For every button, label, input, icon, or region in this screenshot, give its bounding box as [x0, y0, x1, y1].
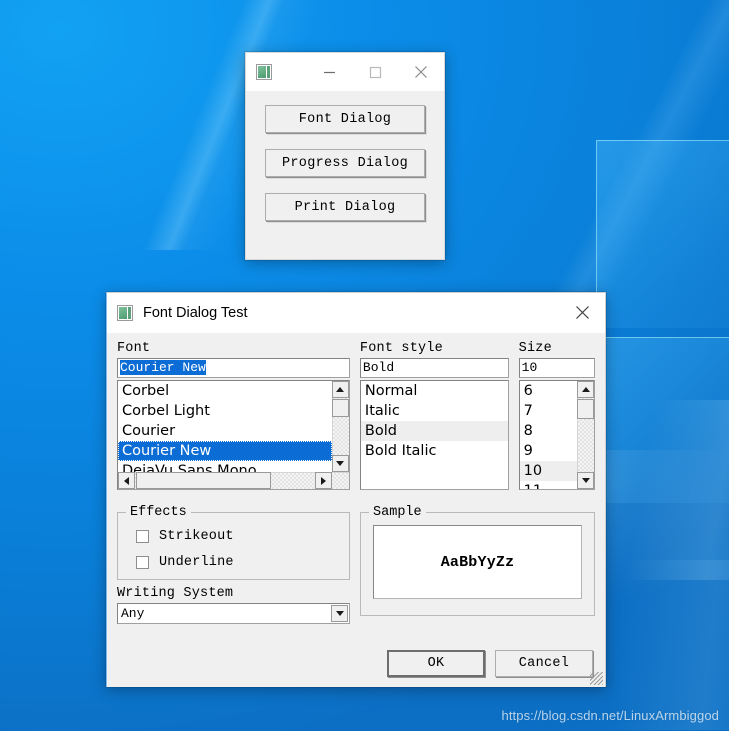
- list-item[interactable]: Italic: [361, 401, 508, 421]
- sample-preview: AaBbYyZz: [373, 525, 582, 599]
- font-dialog-title: Font Dialog Test: [143, 304, 248, 321]
- list-item[interactable]: 7: [520, 401, 577, 421]
- effects-writing-column: Effects Strikeout Underline Writing Syst…: [117, 505, 351, 624]
- strikeout-label: Strikeout: [159, 528, 234, 544]
- effects-groupbox: Effects Strikeout Underline: [117, 505, 351, 580]
- print-dialog-button[interactable]: Print Dialog: [265, 193, 425, 221]
- font-dialog-window: Font Dialog Test Font Courier New Corbel…: [106, 292, 606, 687]
- font-listbox[interactable]: Corbel Corbel Light Courier Courier New …: [117, 380, 350, 490]
- writing-system-combobox[interactable]: Any: [117, 603, 351, 624]
- watermark-url: https://blog.csdn.net/LinuxArmbiggod: [501, 708, 719, 723]
- scroll-left-icon[interactable]: [118, 472, 135, 489]
- list-item[interactable]: Bold Italic: [361, 441, 508, 461]
- font-selection-row: Font Courier New Corbel Corbel Light Cou…: [117, 341, 595, 490]
- sample-label: Sample: [369, 505, 426, 520]
- font-dialog-body: Font Courier New Corbel Corbel Light Cou…: [107, 333, 605, 687]
- main-window-body: Font Dialog Progress Dialog Print Dialog: [246, 91, 444, 259]
- font-dialog-button[interactable]: Font Dialog: [265, 105, 425, 133]
- font-dialog-titlebar[interactable]: Font Dialog Test: [107, 293, 605, 333]
- font-list-items: Corbel Corbel Light Courier Courier New …: [118, 381, 332, 472]
- cancel-button[interactable]: Cancel: [495, 650, 593, 677]
- scrollbar-thumb[interactable]: [331, 399, 349, 417]
- font-column: Font Courier New Corbel Corbel Light Cou…: [117, 341, 350, 490]
- list-item[interactable]: 11: [520, 481, 577, 489]
- scroll-down-icon[interactable]: [577, 472, 594, 489]
- font-style-column: Font style Bold Normal Italic Bold Bold …: [359, 341, 509, 490]
- scrollbar-thumb[interactable]: [136, 472, 271, 489]
- dialog-button-row: OK Cancel: [387, 650, 593, 677]
- resize-grip[interactable]: [590, 672, 603, 685]
- size-listbox[interactable]: 6 7 8 9 10 11: [518, 380, 595, 490]
- scroll-up-icon[interactable]: [331, 381, 349, 398]
- list-item[interactable]: DejaVu Sans Mono: [118, 461, 332, 472]
- list-item[interactable]: Courier: [118, 421, 332, 441]
- scroll-right-icon[interactable]: [314, 472, 332, 489]
- font-dialog-caption-buttons: [559, 293, 605, 332]
- size-input[interactable]: 10: [518, 358, 595, 378]
- main-application-window: Font Dialog Progress Dialog Print Dialog: [245, 52, 445, 260]
- underline-checkbox[interactable]: [136, 555, 149, 569]
- sample-column: Sample AaBbYyZz: [360, 505, 595, 624]
- effects-sample-row: Effects Strikeout Underline Writing Syst…: [117, 505, 595, 624]
- size-list-vertical-scrollbar[interactable]: [577, 381, 594, 489]
- font-list-vertical-scrollbar[interactable]: [331, 381, 349, 472]
- close-icon[interactable]: [398, 53, 444, 91]
- main-window-caption-buttons: [306, 53, 444, 91]
- close-icon[interactable]: [559, 293, 605, 332]
- font-style-listbox[interactable]: Normal Italic Bold Bold Italic: [359, 380, 509, 490]
- list-item[interactable]: 8: [520, 421, 577, 441]
- scroll-down-icon[interactable]: [331, 455, 349, 472]
- font-label: Font: [117, 341, 151, 356]
- size-input-value: 10: [521, 360, 538, 375]
- chevron-down-icon[interactable]: [331, 605, 349, 622]
- underline-row[interactable]: Underline: [126, 549, 341, 575]
- font-style-input-value: Bold: [362, 360, 395, 375]
- maximize-icon[interactable]: [352, 53, 398, 91]
- font-style-label: Font style: [359, 341, 443, 356]
- font-input-value: Courier New: [120, 360, 206, 375]
- list-item[interactable]: Corbel: [118, 381, 332, 401]
- strikeout-checkbox[interactable]: [136, 529, 149, 543]
- list-item[interactable]: Corbel Light: [118, 401, 332, 421]
- list-item-selected[interactable]: Bold: [360, 421, 508, 441]
- wallpaper-logo-pane-bottom: [596, 337, 729, 503]
- app-image-icon: [256, 64, 272, 80]
- scroll-up-icon[interactable]: [577, 381, 594, 398]
- font-style-input[interactable]: Bold: [359, 358, 509, 378]
- writing-system-value: Any: [121, 606, 145, 621]
- wallpaper-logo-pane-top: [596, 140, 729, 328]
- scrollbar-thumb[interactable]: [577, 399, 594, 419]
- progress-dialog-button[interactable]: Progress Dialog: [265, 149, 425, 177]
- app-image-icon: [117, 304, 133, 321]
- list-item-selected[interactable]: 10: [519, 461, 577, 481]
- main-window-titlebar[interactable]: [246, 53, 444, 91]
- effects-label: Effects: [126, 505, 191, 520]
- underline-label: Underline: [159, 554, 234, 570]
- strikeout-row[interactable]: Strikeout: [126, 523, 341, 549]
- ok-button[interactable]: OK: [387, 650, 485, 677]
- size-list-items: 6 7 8 9 10 11: [519, 381, 577, 489]
- minimize-icon[interactable]: [306, 53, 352, 91]
- list-item[interactable]: 6: [520, 381, 577, 401]
- list-item[interactable]: 9: [520, 441, 577, 461]
- size-label: Size: [518, 341, 552, 356]
- font-input[interactable]: Courier New: [117, 358, 350, 378]
- size-column: Size 10 6 7 8 9 10 11: [518, 341, 595, 490]
- list-item-selected[interactable]: Courier New: [118, 441, 332, 461]
- sample-text: AaBbYyZz: [440, 553, 515, 571]
- font-style-list-items: Normal Italic Bold Bold Italic: [360, 381, 508, 489]
- writing-system-label: Writing System: [117, 586, 234, 601]
- sample-groupbox: Sample AaBbYyZz: [360, 505, 595, 616]
- font-list-horizontal-scrollbar[interactable]: [118, 472, 349, 489]
- list-item[interactable]: Normal: [361, 381, 508, 401]
